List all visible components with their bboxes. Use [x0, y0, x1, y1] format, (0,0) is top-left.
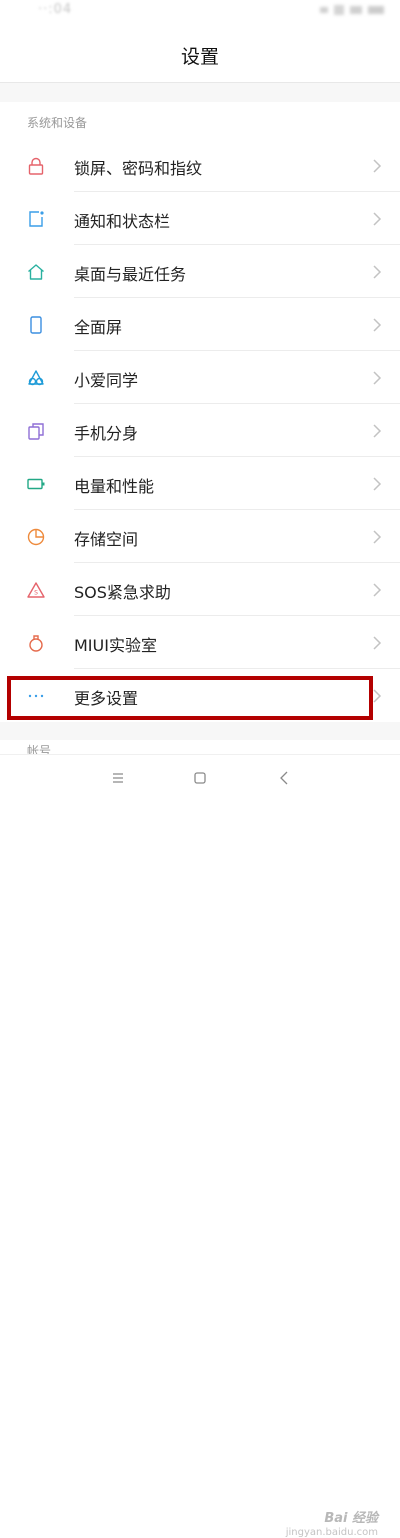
watermark-url: jingyan.baidu.com: [285, 1527, 378, 1538]
header: 设置: [0, 24, 400, 83]
chevron-right-icon: [373, 583, 382, 597]
settings-item-home-recents[interactable]: 桌面与最近任务: [0, 245, 400, 298]
chevron-right-icon: [373, 212, 382, 226]
settings-item-label: 电量和性能: [74, 477, 155, 496]
fullscreen-phone-icon: [30, 316, 42, 334]
settings-item-dual-space[interactable]: 手机分身: [0, 404, 400, 457]
settings-item-label: 小爱同学: [74, 371, 139, 390]
chevron-right-icon: [373, 636, 382, 650]
dual-space-icon: [28, 423, 44, 440]
settings-item-xiaoai[interactable]: 小爱同学: [0, 351, 400, 404]
settings-item-label: SOS紧急求助: [74, 583, 171, 602]
more-dots-icon: [28, 694, 44, 698]
sos-icon: S: [27, 582, 45, 598]
notification-icon: [29, 211, 44, 227]
battery-icon: [27, 478, 45, 490]
settings-item-label: 存储空间: [74, 530, 139, 549]
lock-icon: [28, 157, 44, 175]
settings-item-more-settings[interactable]: 更多设置: [0, 669, 400, 722]
settings-item-label: 桌面与最近任务: [74, 265, 187, 284]
chevron-right-icon: [373, 318, 382, 332]
settings-item-label: 手机分身: [74, 424, 139, 443]
settings-item-lock-screen[interactable]: 锁屏、密码和指纹: [0, 139, 400, 192]
system-devices-section: 系统和设备 锁屏、密码和指纹 通知和状态栏 桌面与最近任务 全面屏 小爱同学 手…: [0, 102, 400, 722]
settings-item-miui-lab[interactable]: MIUI实验室: [0, 616, 400, 669]
chevron-right-icon: [373, 265, 382, 279]
home-icon: [28, 264, 44, 280]
settings-item-label: 锁屏、密码和指纹: [74, 159, 203, 178]
chevron-right-icon: [373, 371, 382, 385]
settings-item-full-screen[interactable]: 全面屏: [0, 298, 400, 351]
svg-text:S: S: [34, 590, 38, 597]
section-gap: [0, 722, 400, 740]
section-label: 系统和设备: [27, 116, 88, 130]
chevron-right-icon: [373, 689, 382, 703]
status-bar: ··:04: [0, 0, 400, 24]
status-time: ··:04: [38, 2, 73, 17]
chevron-right-icon: [373, 477, 382, 491]
back-icon[interactable]: [272, 767, 296, 789]
settings-item-notifications[interactable]: 通知和状态栏: [0, 192, 400, 245]
settings-item-sos[interactable]: S SOS紧急求助: [0, 563, 400, 616]
chevron-right-icon: [373, 424, 382, 438]
section-label: 帐号: [27, 744, 52, 754]
settings-item-battery[interactable]: 电量和性能: [0, 457, 400, 510]
section-gap: [0, 83, 400, 102]
lab-flask-icon: [29, 635, 43, 652]
page-title: 设置: [180, 46, 219, 68]
navigation-bar: Bai 经验 jingyan.baidu.com: [0, 754, 400, 1538]
settings-item-label: MIUI实验室: [74, 636, 157, 655]
watermark-brand: Bai 经验: [324, 1511, 378, 1526]
storage-pie-icon: [27, 528, 45, 546]
settings-item-label: 更多设置: [74, 689, 139, 708]
settings-item-label: 通知和状态栏: [74, 212, 171, 231]
status-icons: [320, 3, 390, 20]
account-section: 帐号: [0, 740, 400, 754]
menu-icon[interactable]: [106, 767, 130, 789]
chevron-right-icon: [373, 530, 382, 544]
chevron-right-icon: [373, 159, 382, 173]
home-square-icon[interactable]: [188, 767, 212, 789]
signal-battery-icon: [320, 5, 384, 15]
settings-item-label: 全面屏: [74, 318, 123, 337]
xiaoai-icon: [28, 370, 44, 386]
settings-item-storage[interactable]: 存储空间: [0, 510, 400, 563]
